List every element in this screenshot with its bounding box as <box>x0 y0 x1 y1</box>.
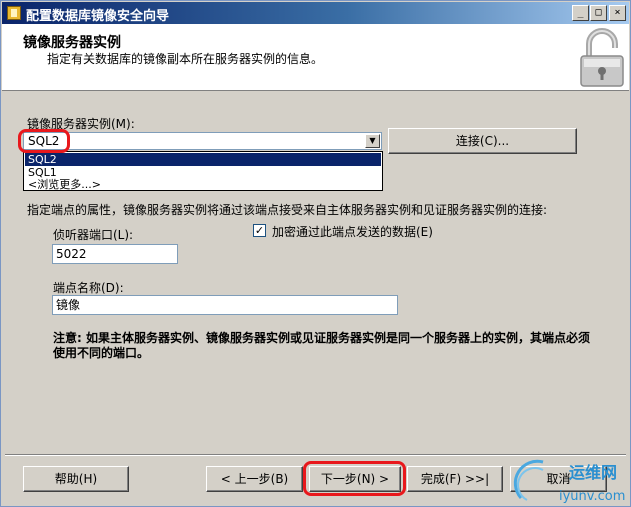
wizard-header: 镜像服务器实例 指定有关数据库的镜像副本所在服务器实例的信息。 <box>2 24 629 91</box>
next-button[interactable]: 下一步(N) > <box>309 466 401 492</box>
instance-combobox-value: SQL2 <box>28 134 60 148</box>
endpoint-name-input[interactable]: 镜像 <box>52 295 398 315</box>
app-icon <box>7 6 21 20</box>
close-button[interactable]: × <box>609 5 626 21</box>
minimize-button[interactable]: _ <box>572 5 589 21</box>
listener-port-input[interactable]: 5022 <box>52 244 178 264</box>
back-button[interactable]: < 上一步(B) <box>206 466 303 492</box>
page-title: 镜像服务器实例 <box>23 35 121 51</box>
finish-button[interactable]: 完成(F) >>| <box>407 466 503 492</box>
maximize-button[interactable]: □ <box>590 5 607 21</box>
encrypt-label: 加密通过此端点发送的数据(E) <box>272 225 433 239</box>
watermark-title: 运维网 <box>569 463 617 482</box>
instance-dropdown-list: SQL2 SQL1 <浏览更多...> <box>23 151 383 191</box>
port-note: 注意: 如果主体服务器实例、镜像服务器实例或见证服务器实例是同一个服务器上的实例… <box>53 331 590 360</box>
connect-button[interactable]: 连接(C)... <box>388 128 577 154</box>
dropdown-option-browse-more[interactable]: <浏览更多...> <box>25 178 381 191</box>
wizard-window: 配置数据库镜像安全向导 _ □ × 镜像服务器实例 指定有关数据库的镜像副本所在… <box>0 0 631 507</box>
instance-combobox[interactable]: SQL2 ▼ <box>23 132 382 150</box>
dropdown-arrow-icon[interactable]: ▼ <box>365 134 380 148</box>
window-title: 配置数据库镜像安全向导 <box>26 9 170 24</box>
page-subtitle: 指定有关数据库的镜像副本所在服务器实例的信息。 <box>47 52 324 66</box>
dropdown-option-sql2[interactable]: SQL2 <box>25 153 381 166</box>
help-button[interactable]: 帮助(H) <box>23 466 129 492</box>
watermark-url: iyunv.com <box>559 489 625 504</box>
listener-port-label: 侦听器端口(L): <box>53 228 134 242</box>
padlock-icon <box>580 28 624 87</box>
endpoint-description: 指定端点的属性，镜像服务器实例将通过该端点接受来自主体服务器实例和见证服务器实例… <box>27 203 548 217</box>
title-bar: 配置数据库镜像安全向导 _ □ × <box>2 2 629 24</box>
encrypt-checkbox[interactable]: ✓ <box>253 224 266 237</box>
watermark-logo-icon: 运维网 iyunv.com <box>513 459 625 504</box>
instance-label: 镜像服务器实例(M): <box>27 117 135 131</box>
endpoint-name-label: 端点名称(D): <box>53 281 124 295</box>
